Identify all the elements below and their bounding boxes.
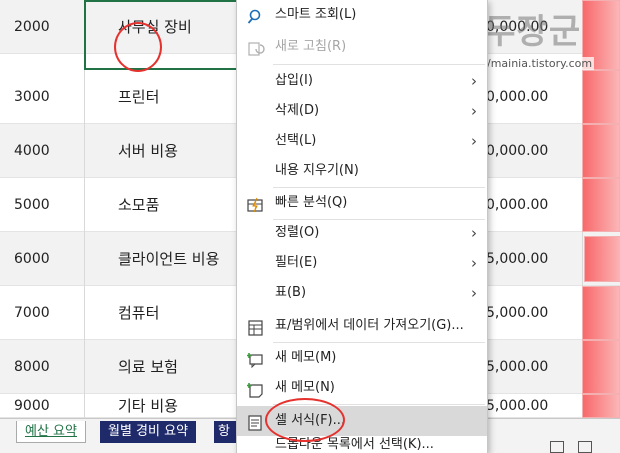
menu-item-select[interactable]: 선택(L) › xyxy=(237,126,487,156)
menu-item-clear-contents[interactable]: 내용 지우기(N) xyxy=(237,156,487,186)
view-mode-buttons xyxy=(550,441,620,453)
tab-budget-summary[interactable]: 예산 요약 xyxy=(16,421,86,443)
refresh-icon xyxy=(247,39,265,56)
menu-item-get-data-from-table[interactable]: 표/범위에서 데이터 가져오기(G)... xyxy=(237,311,487,341)
menu-item-new-comment[interactable]: 새 메모(M) xyxy=(237,343,487,373)
data-bar xyxy=(582,286,620,340)
menu-item-table[interactable]: 표(B) › xyxy=(237,278,487,308)
account-code-cell[interactable]: 7000 xyxy=(14,286,50,340)
amount-cell[interactable]: 0,000.00 xyxy=(486,70,548,124)
submenu-arrow-icon: › xyxy=(471,102,477,120)
account-code-cell[interactable]: 5000 xyxy=(14,178,50,232)
tab-monthly-expense-summary[interactable]: 월별 경비 요약 xyxy=(100,421,197,443)
quick-analysis-icon xyxy=(247,195,265,213)
submenu-arrow-icon: › xyxy=(471,224,477,242)
new-comment-icon xyxy=(247,350,265,369)
amount-cell[interactable]: 5,000.00 xyxy=(486,232,548,286)
menu-item-delete[interactable]: 삭제(D) › xyxy=(237,96,487,126)
amount-cell[interactable]: 0,000.00 xyxy=(486,178,548,232)
smart-lookup-icon xyxy=(247,7,265,24)
account-code-cell[interactable]: 3000 xyxy=(14,70,50,124)
selected-cell[interactable] xyxy=(84,0,238,70)
annotation-circle xyxy=(114,22,162,72)
data-bar xyxy=(584,236,620,282)
annotation-circle xyxy=(265,398,345,442)
data-bar xyxy=(582,124,620,178)
submenu-arrow-icon: › xyxy=(471,72,477,90)
menu-item-pick-from-dropdown[interactable]: 드롭다운 목록에서 선택(K)... xyxy=(237,436,487,453)
account-name-cell[interactable]: 컴퓨터 xyxy=(118,286,159,340)
account-code-cell[interactable]: 4000 xyxy=(14,124,50,178)
amount-cell[interactable]: 0,000.00 xyxy=(486,124,548,178)
menu-item-smart-lookup[interactable]: 스마트 조회(L) xyxy=(237,0,487,30)
account-code-cell[interactable]: 2000 xyxy=(14,0,50,54)
account-name-cell[interactable]: 서버 비용 xyxy=(118,124,178,178)
menu-item-insert[interactable]: 삽입(I) › xyxy=(237,66,487,96)
data-bar xyxy=(582,394,620,418)
menu-item-sort[interactable]: 정렬(O) › xyxy=(237,218,487,248)
account-name-cell[interactable]: 프린터 xyxy=(118,70,159,124)
account-code-cell[interactable]: 6000 xyxy=(14,232,50,286)
menu-item-filter[interactable]: 필터(E) › xyxy=(237,248,487,278)
menu-item-refresh[interactable]: 새로 고침(R) xyxy=(237,32,487,62)
account-name-cell[interactable]: 소모품 xyxy=(118,178,159,232)
data-bar xyxy=(582,70,620,124)
submenu-arrow-icon: › xyxy=(471,132,477,150)
menu-separator xyxy=(273,64,485,65)
table-import-icon xyxy=(247,318,265,336)
page-layout-view-icon[interactable] xyxy=(578,441,592,453)
amount-cell[interactable]: 5,000.00 xyxy=(486,286,548,340)
submenu-arrow-icon: › xyxy=(471,254,477,272)
data-bar xyxy=(582,340,620,394)
format-cells-icon xyxy=(247,413,265,431)
context-menu: 스마트 조회(L) 새로 고침(R) 삽입(I) › 삭제(D) › 선택(L)… xyxy=(236,0,488,453)
new-note-icon xyxy=(247,380,265,398)
menu-item-quick-analysis[interactable]: 빠른 분석(Q) xyxy=(237,188,487,218)
normal-view-icon[interactable] xyxy=(550,441,564,453)
data-bar xyxy=(582,178,620,232)
submenu-arrow-icon: › xyxy=(471,284,477,302)
menu-item-new-note[interactable]: 새 메모(N) xyxy=(237,373,487,403)
account-name-cell[interactable]: 클라이언트 비용 xyxy=(118,232,219,286)
tab-item[interactable]: 항 xyxy=(214,421,238,443)
